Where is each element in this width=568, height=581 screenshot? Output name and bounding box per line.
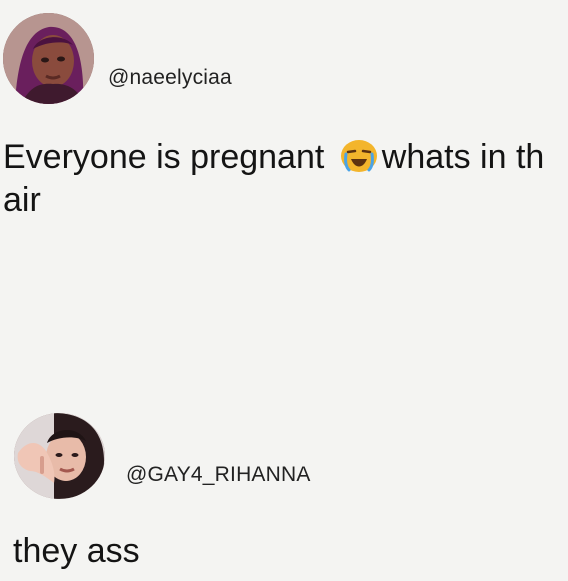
tweet-text-part-1: Everyone is pregnant [3,138,334,176]
username-handle[interactable]: @GAY4_RIHANNA [126,463,311,487]
tweet-text-line-2: air [3,181,41,219]
tweet-text-part-2: whats in th [381,138,545,176]
avatar[interactable] [3,13,94,104]
tweet-text: Everyone is pregnant whats in th air [3,136,544,222]
reply-post: @GAY4_RIHANNA they ass [0,400,568,581]
loudly-crying-face-icon [340,138,378,174]
tweet-text: they ass [13,532,140,570]
avatar-photo-icon [14,413,105,499]
avatar[interactable] [14,413,105,499]
avatar-photo-icon [3,13,94,104]
tweet-post: @naeelyciaa Everyone is pregnant whats i… [0,0,568,330]
username-handle[interactable]: @naeelyciaa [108,66,232,90]
